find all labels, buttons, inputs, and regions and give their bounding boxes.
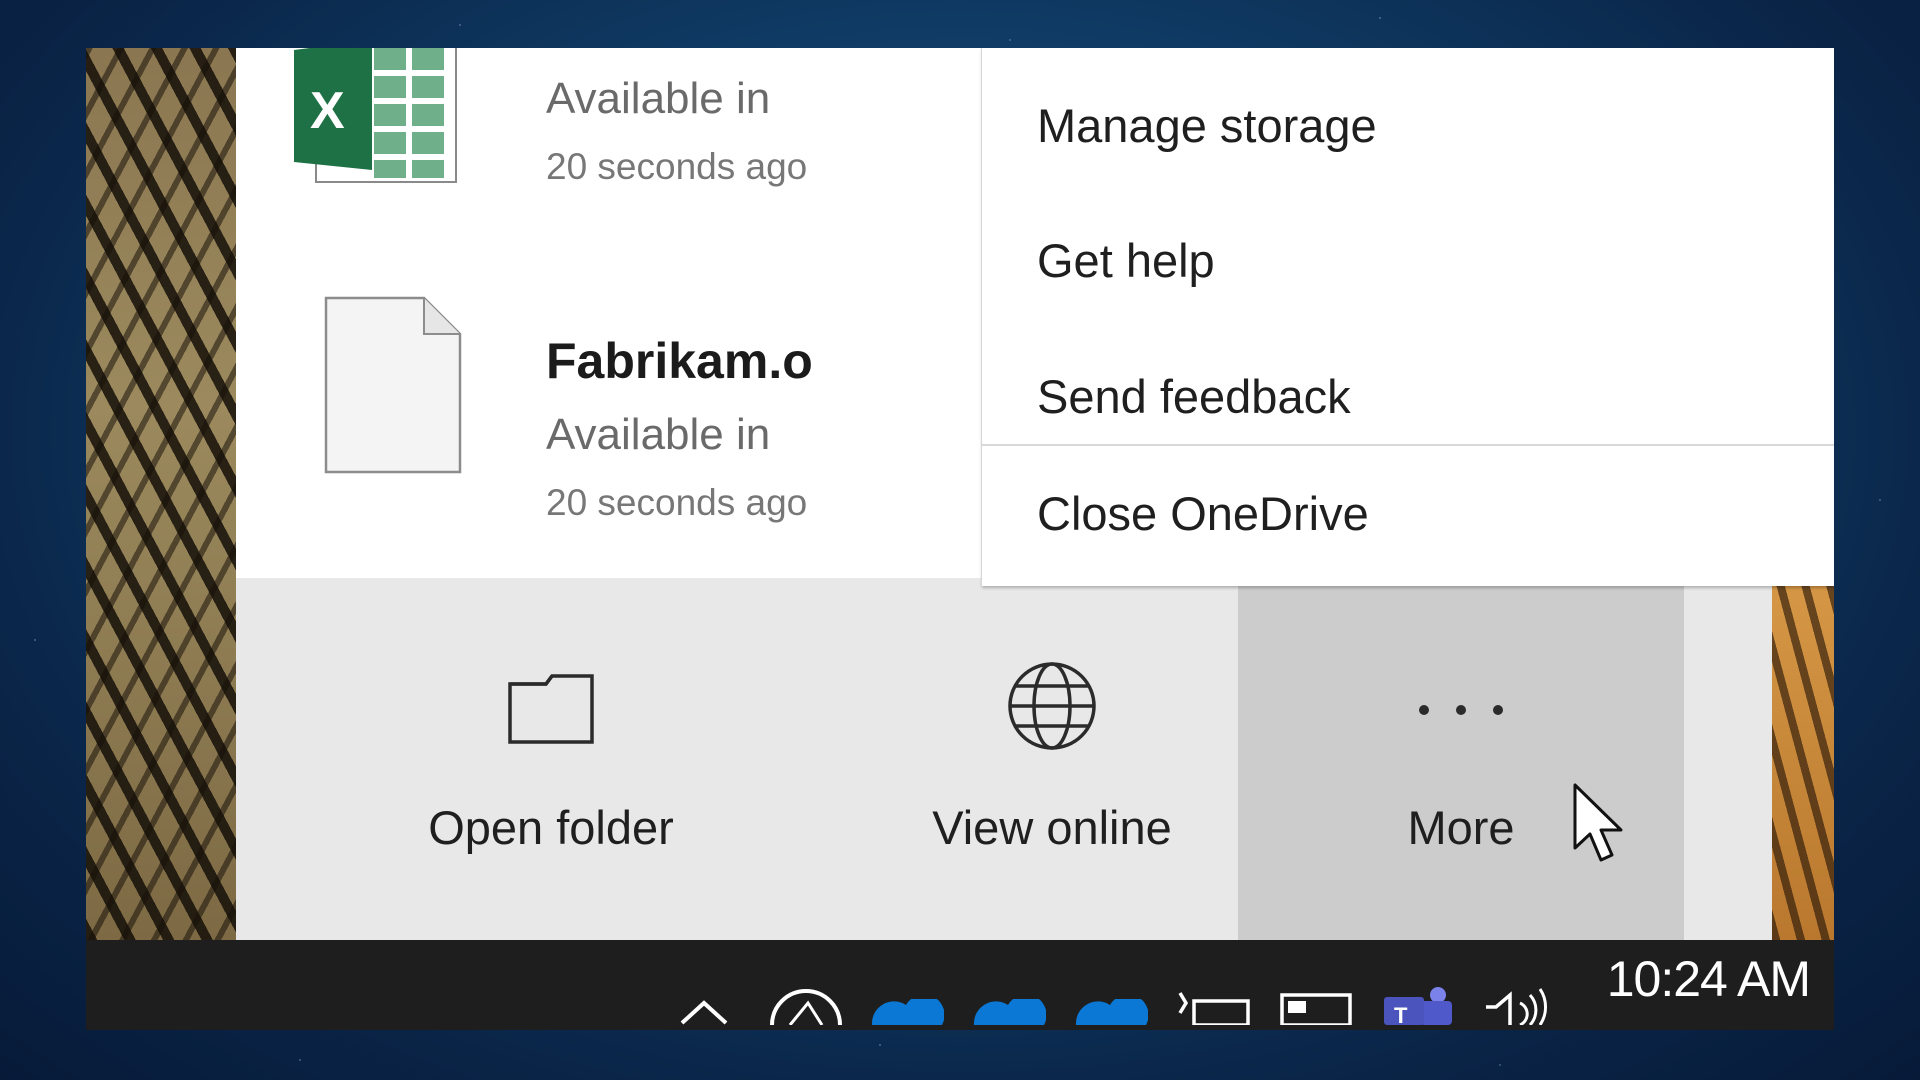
menu-item-label: Get help: [1037, 234, 1215, 287]
menu-item-label: Close OneDrive: [1037, 487, 1369, 540]
onedrive-cloud-icon[interactable]: [972, 994, 1047, 1030]
more-icon: [1416, 702, 1506, 723]
svg-text:T: T: [1394, 1003, 1408, 1025]
volume-icon[interactable]: [1482, 985, 1558, 1030]
open-folder-button[interactable]: Open folder: [236, 578, 866, 940]
document-icon: [324, 296, 464, 481]
menu-item-label: Send feedback: [1037, 370, 1351, 423]
more-context-menu: Manage storage Get help Send feedback Cl…: [982, 48, 1834, 586]
file-status: Available in: [546, 74, 771, 123]
onedrive-cloud-icon[interactable]: [870, 994, 945, 1030]
folder-icon: [506, 668, 596, 753]
taskbar-clock[interactable]: 10:24 AM: [1607, 950, 1811, 1008]
excel-icon: X: [294, 48, 464, 195]
view-online-button[interactable]: View online: [866, 578, 1238, 940]
menu-divider: [982, 444, 1834, 446]
taskbar: T 10:24 AM: [86, 940, 1834, 1030]
globe-icon: [1006, 660, 1098, 757]
file-time: 20 seconds ago: [546, 146, 808, 187]
svg-text:X: X: [310, 82, 345, 140]
menu-item-close-onedrive[interactable]: Close OneDrive: [982, 456, 1834, 576]
view-online-label: View online: [932, 801, 1172, 854]
onedrive-cloud-icon[interactable]: [1074, 994, 1149, 1030]
file-name: Fabrikam.o: [546, 333, 813, 389]
display-icon[interactable]: [1278, 989, 1354, 1030]
open-folder-label: Open folder: [428, 801, 674, 854]
chevron-up-icon[interactable]: [676, 995, 732, 1030]
teams-icon[interactable]: T: [1380, 985, 1456, 1030]
more-button[interactable]: More: [1238, 578, 1684, 940]
action-bar: Open folder View online More: [236, 578, 1772, 940]
menu-item-label: Manage storage: [1037, 99, 1377, 152]
mouse-cursor-icon: [1573, 783, 1623, 862]
menu-item-send-feedback[interactable]: Send feedback: [982, 339, 1834, 459]
menu-item-manage-storage[interactable]: Manage storage: [982, 68, 1834, 188]
file-status: Available in: [546, 410, 771, 459]
wallpaper-left: [86, 48, 236, 940]
menu-item-get-help[interactable]: Get help: [982, 203, 1834, 323]
file-time: 20 seconds ago: [546, 482, 808, 523]
network-status-icon[interactable]: [768, 981, 844, 1030]
screenshot-frame: X Available in 20 seconds ago Fabrikam.o…: [86, 48, 1834, 1030]
power-icon[interactable]: [1176, 989, 1252, 1030]
onedrive-panel: X Available in 20 seconds ago Fabrikam.o…: [236, 48, 1834, 940]
